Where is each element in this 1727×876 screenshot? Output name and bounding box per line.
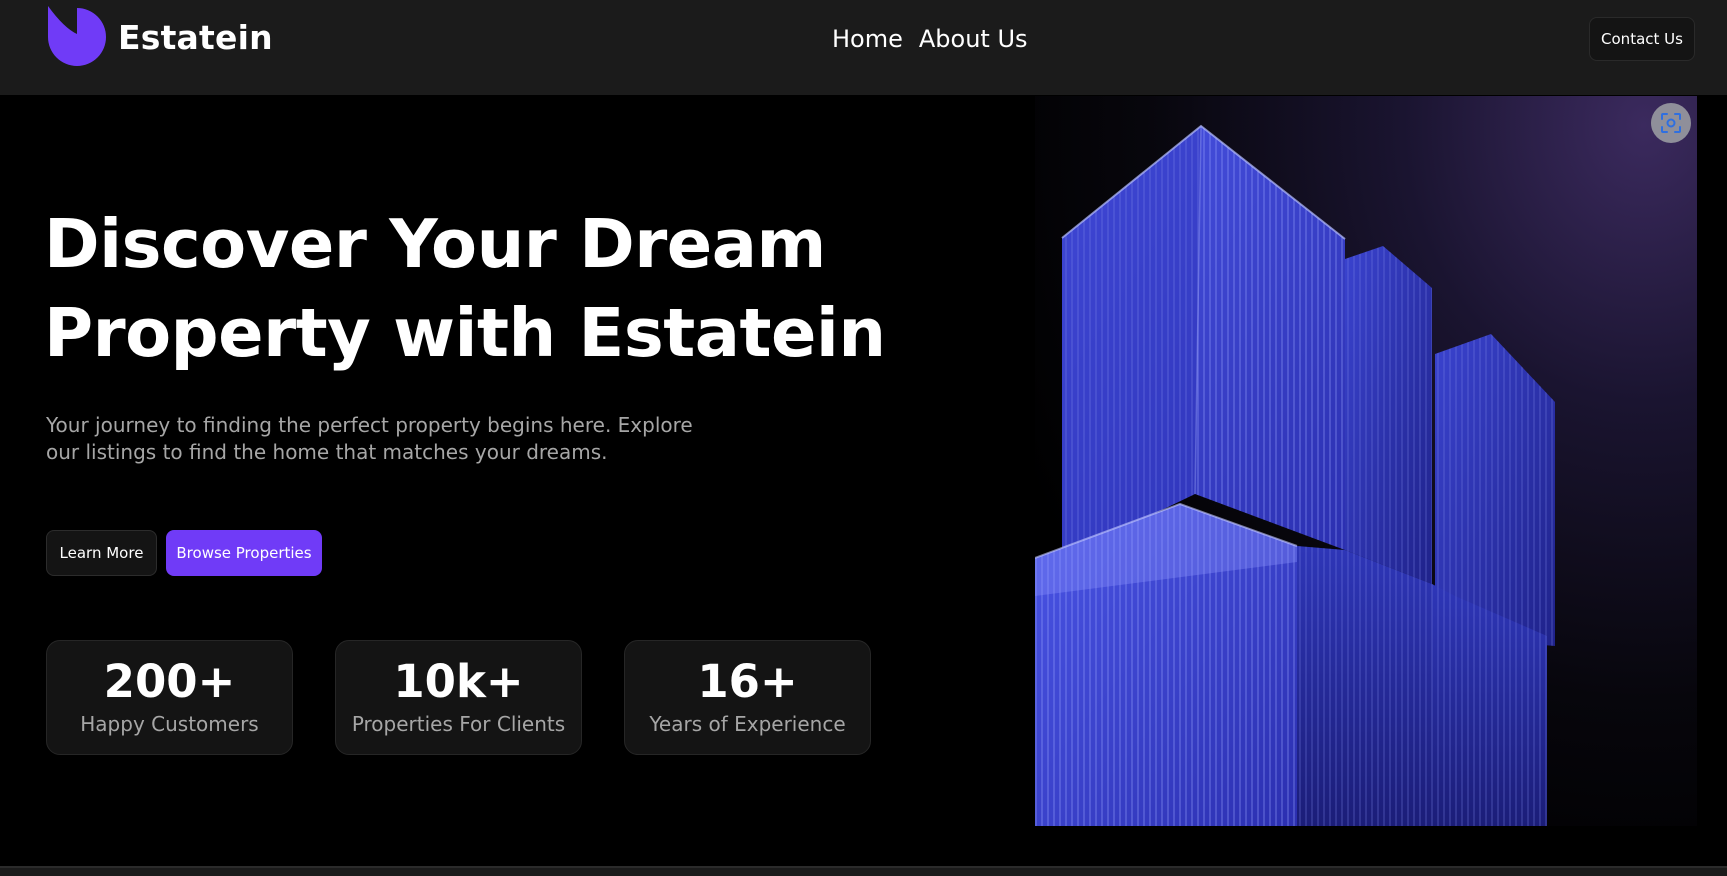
main-nav: Home About Us [832,22,1028,56]
image-scan-icon[interactable] [1651,103,1691,143]
brand-name: Estatein [118,17,273,57]
scan-icon-glyph [1661,113,1681,133]
brand-logo[interactable]: Estatein [46,6,273,68]
stat-label: Happy Customers [80,712,259,736]
building-image [1035,124,1555,826]
contact-us-button[interactable]: Contact Us [1589,17,1695,61]
page-bottom-edge [0,866,1727,876]
hero-title-line: Discover Your Dream [44,205,826,283]
nav-link-about-us[interactable]: About Us [919,22,1028,56]
top-navbar: Estatein Home About Us Contact Us [0,0,1727,95]
stat-value: 200+ [103,655,236,708]
stat-value: 16+ [697,655,798,708]
stat-label: Years of Experience [649,712,846,736]
hero-subtitle-line: our listings to find the home that match… [46,440,608,464]
estatein-logo-icon [48,6,106,66]
hero-title: Discover Your Dream Property with Estate… [44,200,886,378]
hero-title-line: Property with Estatein [44,294,886,372]
hero-subtitle-line: Your journey to finding the perfect prop… [46,413,693,437]
stat-label: Properties For Clients [351,712,566,736]
hero-image [1035,96,1697,826]
nav-link-home[interactable]: Home [832,22,903,56]
stat-value: 10k+ [393,655,524,708]
stat-card-properties: 10k+ Properties For Clients [335,640,582,755]
learn-more-button[interactable]: Learn More [46,530,157,576]
stat-card-years-experience: 16+ Years of Experience [624,640,871,755]
page: Estatein Home About Us Contact Us Discov… [0,0,1727,876]
stat-card-happy-customers: 200+ Happy Customers [46,640,293,755]
browse-properties-button[interactable]: Browse Properties [166,530,322,576]
hero-subtitle: Your journey to finding the perfect prop… [46,412,706,466]
